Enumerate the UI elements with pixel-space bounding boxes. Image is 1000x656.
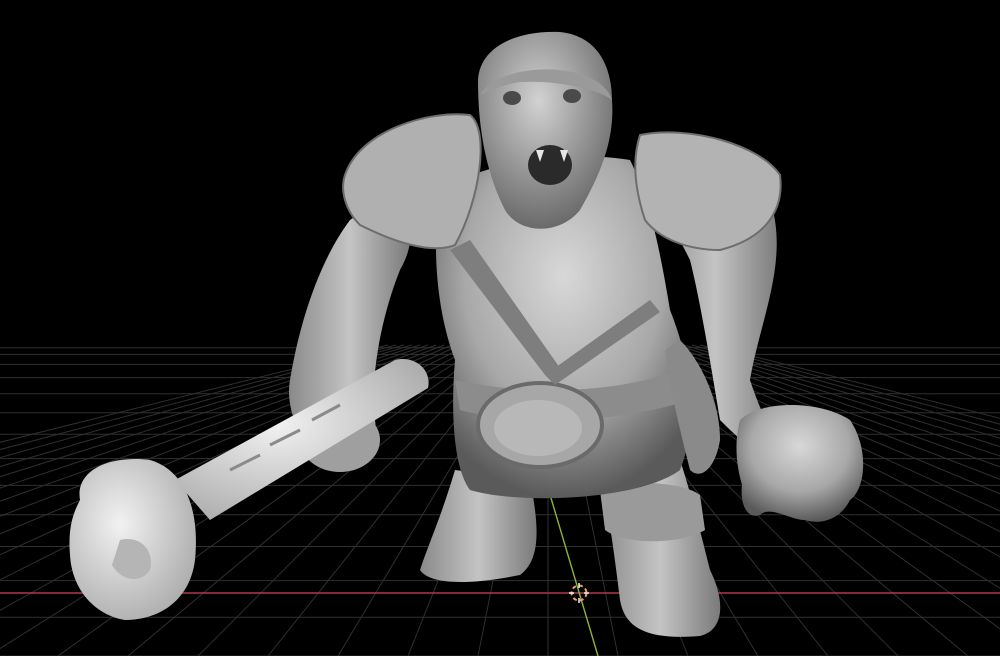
right-eye [563,89,581,103]
left-eye [503,91,521,105]
3d-viewport[interactable] [0,0,1000,656]
viewport-canvas[interactable] [0,0,1000,656]
belt-buckle-center [494,400,582,456]
right-hand [736,405,864,522]
